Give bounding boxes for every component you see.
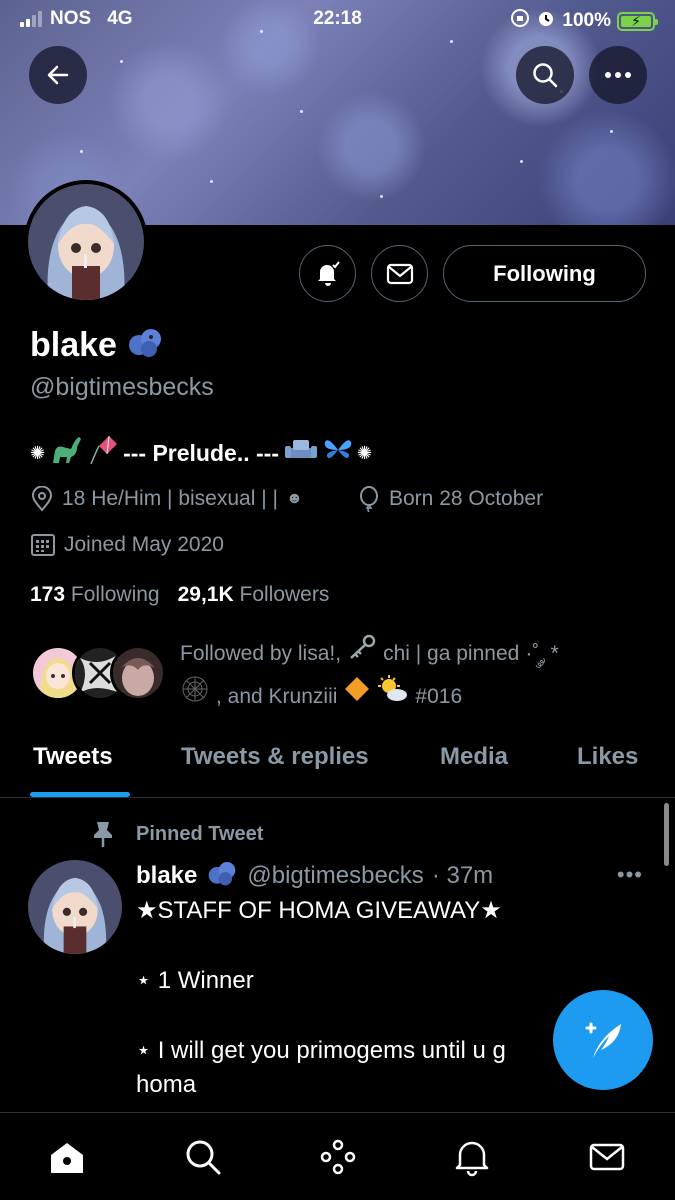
followers-label: Followers [239, 583, 330, 606]
smiley-emoji-icon: ☻ [285, 490, 303, 507]
sparkle-emoji-icon-2: ✺ [356, 442, 373, 463]
search-icon-nav [186, 1140, 221, 1175]
sun-cloud-emoji-icon [377, 675, 409, 717]
scrollbar[interactable] [664, 803, 669, 866]
balloon-icon [360, 486, 378, 512]
followers-stat[interactable]: 29,1K Followers [178, 583, 330, 607]
bottom-navigation [0, 1112, 675, 1200]
rotation-lock-icon [510, 8, 530, 34]
tab-tweets[interactable]: Tweets [33, 743, 113, 771]
battery-icon: ⚡ [617, 11, 658, 31]
tweet-line-1: ★STAFF OF HOMA GIVEAWAY★ [136, 897, 502, 924]
back-arrow-icon [47, 65, 69, 85]
compose-tweet-button[interactable] [553, 990, 653, 1090]
key-emoji-icon [347, 633, 377, 674]
battery-percent: 100% [562, 10, 611, 31]
compose-quill-icon [585, 1022, 621, 1058]
tweet-more-button[interactable]: ••• [617, 862, 643, 888]
following-label: Following [70, 583, 160, 606]
home-tab[interactable] [45, 1135, 89, 1179]
spaces-icon [320, 1139, 356, 1175]
birthday-row: Born 28 October [357, 486, 543, 512]
profile-tabs: Tweets Tweets & replies Media Likes [0, 730, 675, 798]
profile-avatar[interactable] [24, 180, 148, 304]
followers-count: 29,1K [177, 583, 234, 606]
blueberry-emoji-icon-2 [205, 857, 239, 894]
mail-icon-nav [589, 1143, 625, 1171]
followed-by-line2: , and Krunziii [216, 684, 338, 708]
profile-name: blake [30, 326, 117, 364]
follow-stats: 173 Following 29,1K Followers [30, 583, 329, 607]
more-options-button[interactable] [589, 46, 647, 104]
pin-icon [94, 822, 112, 847]
profile-name-row: blake [30, 323, 165, 368]
followed-by-name2: chi | ga pinned [383, 642, 520, 665]
dinosaur-emoji-icon [49, 435, 83, 471]
tweet-line-3: ⋆ I will get you primogems until u g [136, 1037, 506, 1064]
notify-button[interactable] [299, 245, 356, 302]
tweet-author-handle[interactable]: @bigtimesbecks [247, 862, 423, 890]
butterfly-emoji-icon [323, 436, 353, 470]
followed-by-tag: #016 [415, 684, 463, 708]
bell-icon [455, 1141, 489, 1177]
diamond-emoji-icon [343, 675, 371, 717]
alarm-icon [536, 8, 556, 34]
joined-row: Joined May 2020 [30, 532, 224, 558]
active-tab-indicator [30, 792, 130, 797]
joined-text: Joined May 2020 [64, 533, 224, 556]
tweet-avatar[interactable] [28, 860, 122, 954]
location-row: 18 He/Him | bisexual | | ☻ [30, 486, 303, 512]
spiderweb-emoji-icon [180, 674, 210, 718]
following-stat[interactable]: 173 Following [30, 583, 160, 607]
tweet-author-name[interactable]: blake [136, 862, 197, 890]
message-button[interactable] [371, 245, 428, 302]
profile-handle: @bigtimesbecks [30, 373, 214, 401]
pinned-label: Pinned Tweet [136, 822, 264, 845]
mail-icon [386, 263, 413, 284]
spaces-tab[interactable] [316, 1135, 360, 1179]
bio-text: --- Prelude.. --- [123, 439, 279, 466]
followed-by-line1-tail: ·˚ ༘ * [525, 642, 559, 665]
sparkle-emoji-icon: ✺ [30, 442, 46, 463]
back-button[interactable] [29, 46, 87, 104]
birthday-text: Born 28 October [389, 487, 544, 510]
blueberry-emoji-icon [125, 323, 165, 368]
location-text: 18 He/Him | bisexual | | [62, 487, 278, 510]
tweet-header: blake @bigtimesbecks · 37m [136, 857, 493, 894]
search-icon [533, 63, 558, 88]
tab-tweets-replies[interactable]: Tweets & replies [181, 743, 369, 771]
status-bar: NOS 4G 22:18 100% ⚡ [0, 0, 675, 36]
tweet-line-4: homa [136, 1071, 197, 1098]
tab-likes[interactable]: Likes [577, 743, 638, 771]
bell-check-icon [317, 260, 340, 286]
kite-emoji-icon [87, 434, 119, 472]
tab-media[interactable]: Media [440, 743, 508, 771]
explore-tab[interactable] [181, 1135, 225, 1179]
home-icon [51, 1143, 83, 1173]
followed-by-line1: Followed by lisa!, [180, 642, 342, 665]
search-button[interactable] [516, 46, 574, 104]
messages-tab[interactable] [585, 1135, 629, 1179]
pinned-label-row: Pinned Tweet [90, 820, 263, 848]
profile-bio: ✺ --- Prelude.. --- ✺ [30, 434, 372, 472]
more-dots-icon [605, 72, 631, 78]
following-count: 173 [30, 583, 66, 606]
followed-by-text[interactable]: Followed by lisa!, chi | ga pinned ·˚ ༘ … [180, 633, 650, 718]
notifications-tab[interactable] [450, 1135, 494, 1179]
follower-avatar-3[interactable] [110, 645, 166, 701]
following-button[interactable]: Following [443, 245, 646, 302]
location-pin-icon [31, 486, 53, 512]
calendar-icon [31, 534, 55, 556]
tweet-line-2: ⋆ 1 Winner [136, 967, 254, 994]
couch-emoji-icon [283, 436, 319, 470]
tweet-time: · 37m [431, 861, 494, 889]
